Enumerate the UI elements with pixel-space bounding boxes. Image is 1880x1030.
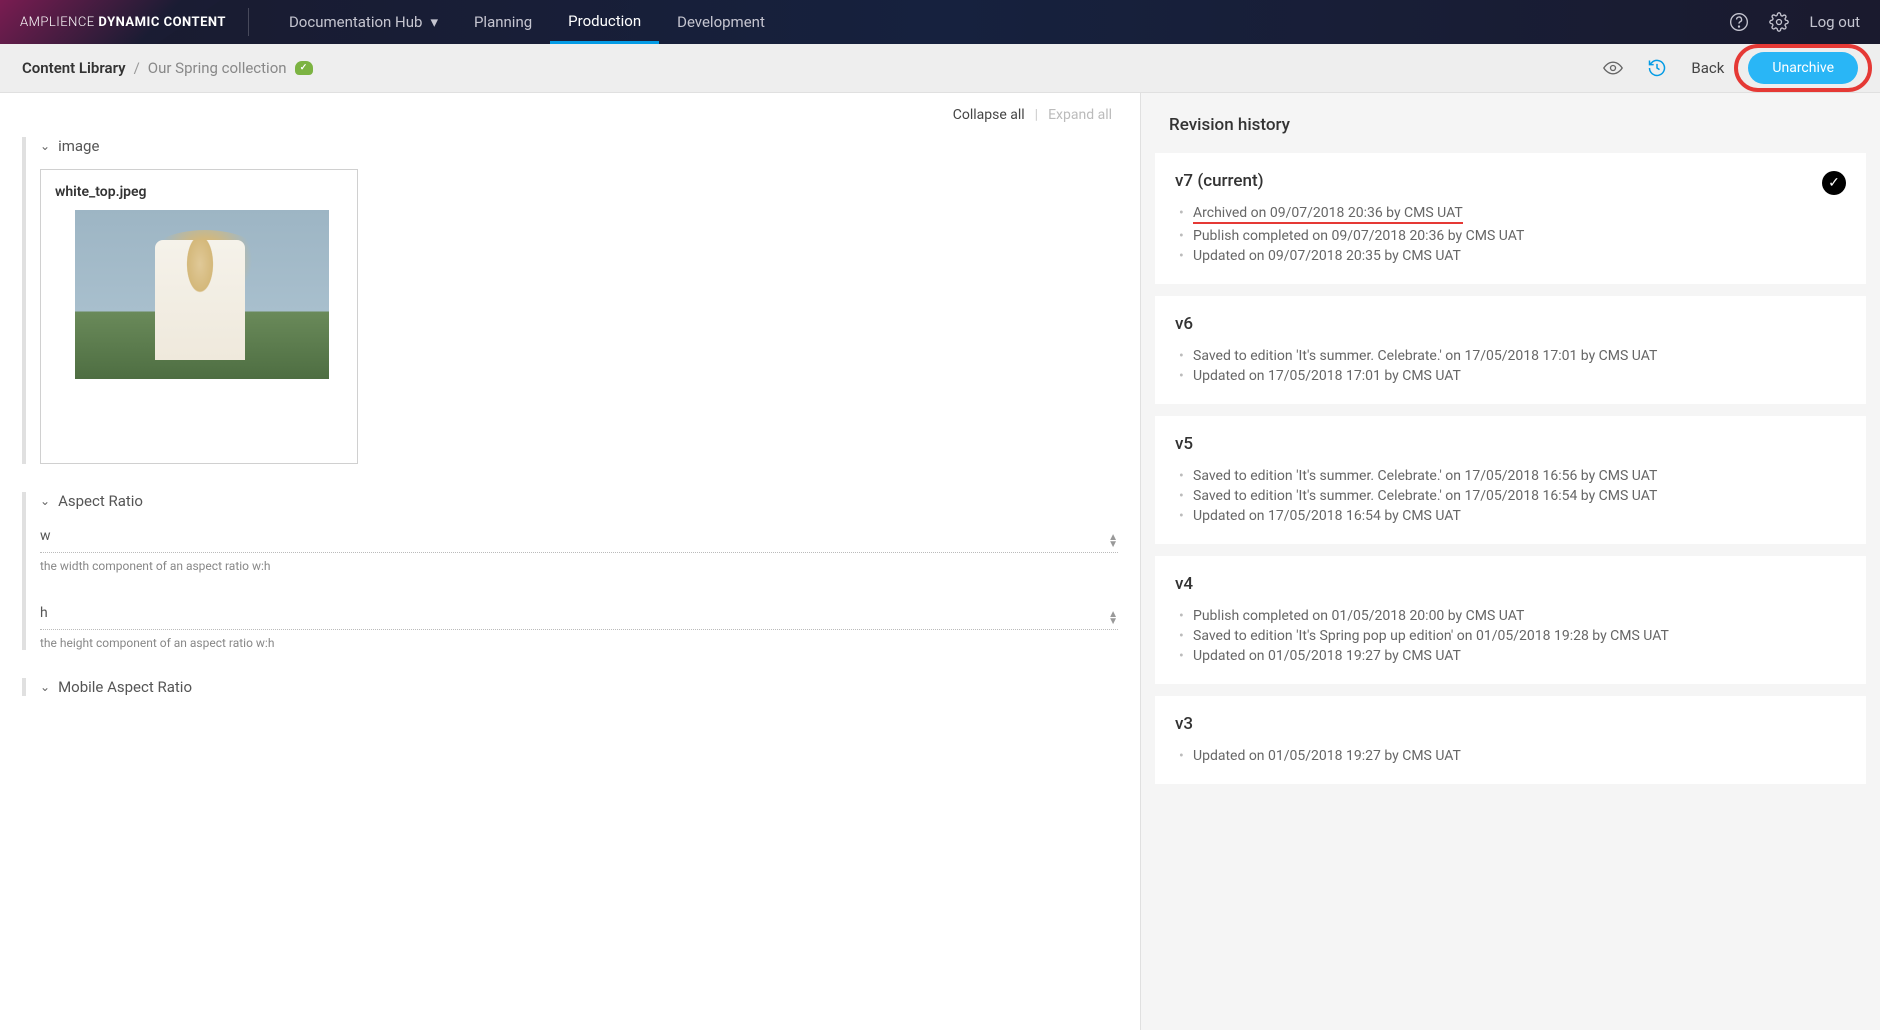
revision-entry: Saved to edition 'It's summer. Celebrate… (1175, 486, 1846, 506)
revision-card[interactable]: v7 (current)✓ Archived on 09/07/2018 20:3… (1155, 153, 1866, 284)
section-mobile-aspect-label: Mobile Aspect Ratio (58, 678, 192, 696)
gear-icon[interactable] (1769, 12, 1789, 32)
section-mobile-aspect-head[interactable]: ⌄ Mobile Aspect Ratio (40, 678, 1118, 696)
collapse-all[interactable]: Collapse all (953, 107, 1025, 123)
brand-logo: AMPLIENCE DYNAMIC CONTENT (20, 15, 226, 30)
revision-entries: Saved to edition 'It's summer. Celebrate… (1175, 346, 1846, 386)
revision-card[interactable]: v5 Saved to edition 'It's summer. Celebra… (1155, 416, 1866, 544)
section-image-label: image (58, 137, 99, 155)
field-height: h ▲▼ the height component of an aspect r… (40, 601, 1118, 650)
breadcrumb: Content Library / Our Spring collection (22, 59, 313, 77)
nav-planning[interactable]: Planning (456, 0, 550, 44)
revision-card[interactable]: v4 Publish completed on 01/05/2018 20:00 … (1155, 556, 1866, 684)
height-input[interactable]: h ▲▼ (40, 601, 1118, 630)
image-filename: white_top.jpeg (55, 184, 343, 200)
check-circle-icon: ✓ (1822, 171, 1846, 195)
width-hint: the width component of an aspect ratio w… (40, 559, 1118, 573)
breadcrumb-leaf: Our Spring collection (148, 59, 287, 77)
breadcrumb-root[interactable]: Content Library (22, 59, 126, 77)
revision-entry: Updated on 01/05/2018 19:27 by CMS UAT (1175, 646, 1846, 666)
image-thumbnail (75, 210, 329, 379)
editor-pane: Collapse all | Expand all ⌄ image white_… (0, 93, 1140, 1030)
revision-entry: Publish completed on 01/05/2018 20:00 by… (1175, 606, 1846, 626)
section-image: ⌄ image white_top.jpeg (22, 137, 1118, 464)
chevron-down-icon: ⌄ (40, 494, 50, 508)
revision-version: v3 (1175, 714, 1846, 734)
revision-entry: Archived on 09/07/2018 20:36 by CMS UAT (1175, 203, 1846, 226)
revision-history-title: Revision history (1141, 107, 1880, 153)
revision-entry: Updated on 17/05/2018 17:01 by CMS UAT (1175, 366, 1846, 386)
logout-link[interactable]: Log out (1809, 13, 1860, 31)
revision-card[interactable]: v6 Saved to edition 'It's summer. Celebra… (1155, 296, 1866, 404)
revision-entry: Saved to edition 'It's summer. Celebrate… (1175, 346, 1846, 366)
revision-entry: Updated on 17/05/2018 16:54 by CMS UAT (1175, 506, 1846, 526)
chevron-down-icon: ▾ (430, 13, 438, 31)
help-icon[interactable] (1729, 12, 1749, 32)
nav-documentation-hub[interactable]: Documentation Hub ▾ (271, 0, 456, 44)
breadcrumb-sep: / (134, 59, 140, 77)
nav-production[interactable]: Production (550, 0, 659, 44)
pane-actions: Collapse all | Expand all (22, 107, 1118, 123)
back-link[interactable]: Back (1691, 59, 1724, 77)
nav-divider (248, 8, 249, 36)
subheader: Content Library / Our Spring collection … (0, 44, 1880, 93)
revision-entries: Updated on 01/05/2018 19:27 by CMS UAT (1175, 746, 1846, 766)
revision-version: v7 (current) (1175, 171, 1846, 191)
chevron-down-icon: ⌄ (40, 139, 50, 153)
revision-entries: Saved to edition 'It's summer. Celebrate… (1175, 466, 1846, 526)
brand-light: AMPLIENCE (20, 15, 95, 30)
revision-list: v7 (current)✓ Archived on 09/07/2018 20:3… (1141, 153, 1880, 784)
revision-entry: Saved to edition 'It's summer. Celebrate… (1175, 466, 1846, 486)
revision-entries: Archived on 09/07/2018 20:36 by CMS UATP… (1175, 203, 1846, 266)
width-label: w (40, 528, 1108, 544)
preview-eye-icon[interactable] (1603, 58, 1623, 78)
height-label: h (40, 605, 1108, 621)
actions-sep: | (1035, 107, 1038, 123)
nav-development[interactable]: Development (659, 0, 783, 44)
chevron-down-icon: ⌄ (40, 680, 50, 694)
history-clock-icon[interactable] (1647, 58, 1667, 78)
revision-version: v4 (1175, 574, 1846, 594)
revision-entry: Publish completed on 09/07/2018 20:36 by… (1175, 226, 1846, 246)
revision-version: v6 (1175, 314, 1846, 334)
main: Collapse all | Expand all ⌄ image white_… (0, 93, 1880, 1030)
brand-bold: DYNAMIC CONTENT (98, 15, 226, 30)
revision-entry: Saved to edition 'It's Spring pop up edi… (1175, 626, 1846, 646)
section-mobile-aspect-ratio: ⌄ Mobile Aspect Ratio (22, 678, 1118, 696)
revision-entry: Updated on 09/07/2018 20:35 by CMS UAT (1175, 246, 1846, 266)
field-width: w ▲▼ the width component of an aspect ra… (40, 524, 1118, 573)
image-card[interactable]: white_top.jpeg (40, 169, 358, 464)
section-aspect-head[interactable]: ⌄ Aspect Ratio (40, 492, 1118, 510)
section-aspect-ratio: ⌄ Aspect Ratio w ▲▼ the width component … (22, 492, 1118, 650)
number-stepper-icon[interactable]: ▲▼ (1108, 534, 1118, 548)
revision-card[interactable]: v3 Updated on 01/05/2018 19:27 by CMS UAT (1155, 696, 1866, 784)
published-cloud-icon (295, 61, 313, 75)
height-hint: the height component of an aspect ratio … (40, 636, 1118, 650)
revision-pane: Revision history v7 (current)✓ Archived o… (1140, 93, 1880, 1030)
number-stepper-icon[interactable]: ▲▼ (1108, 611, 1118, 625)
width-input[interactable]: w ▲▼ (40, 524, 1118, 553)
top-nav: AMPLIENCE DYNAMIC CONTENT Documentation … (0, 0, 1880, 44)
revision-entries: Publish completed on 01/05/2018 20:00 by… (1175, 606, 1846, 666)
expand-all: Expand all (1048, 107, 1112, 123)
section-image-head[interactable]: ⌄ image (40, 137, 1118, 155)
revision-version: v5 (1175, 434, 1846, 454)
section-aspect-label: Aspect Ratio (58, 492, 143, 510)
revision-entry: Updated on 01/05/2018 19:27 by CMS UAT (1175, 746, 1846, 766)
unarchive-button[interactable]: Unarchive (1748, 52, 1858, 84)
nav-doc-label: Documentation Hub (289, 13, 422, 31)
